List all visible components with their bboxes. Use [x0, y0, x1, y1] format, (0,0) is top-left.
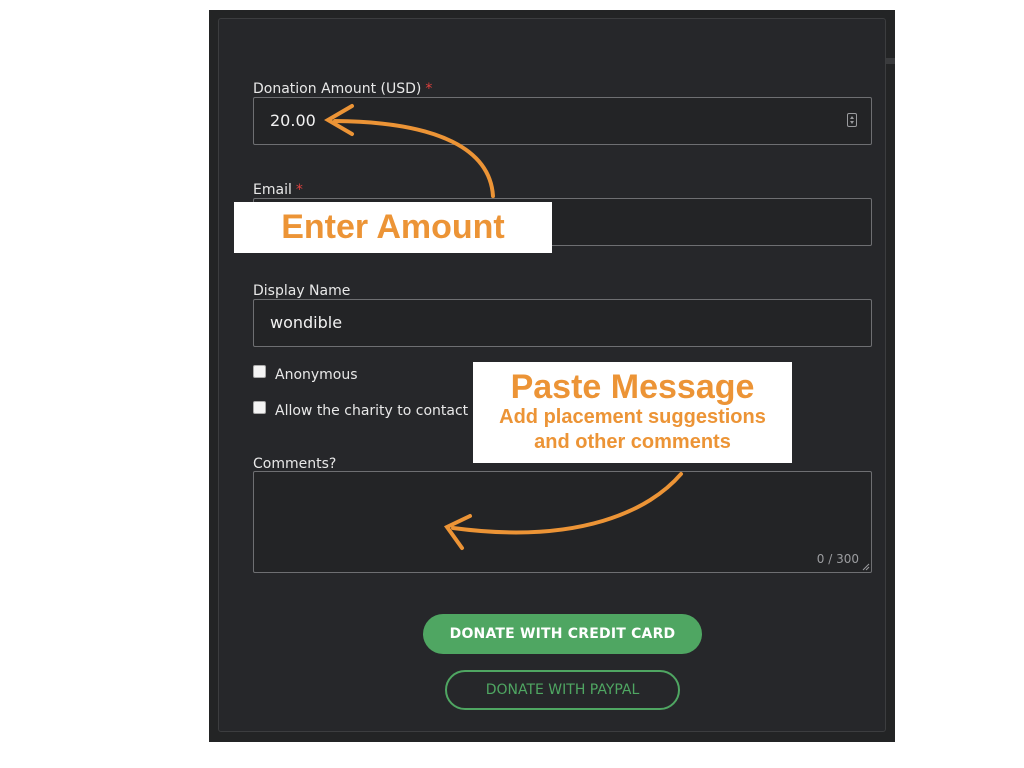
display-name-value: wondible [270, 313, 343, 332]
donate-paypal-button[interactable]: DONATE WITH PAYPAL [445, 670, 680, 710]
anonymous-label: Anonymous [275, 367, 358, 383]
enter-amount-callout: Enter Amount [234, 202, 552, 253]
enter-amount-text: Enter Amount [281, 208, 505, 246]
anonymous-checkbox[interactable] [253, 365, 266, 378]
amount-input[interactable]: 20.00 [253, 97, 872, 145]
character-counter: 0 / 300 [816, 552, 859, 566]
display-name-input[interactable]: wondible [253, 299, 872, 347]
paste-message-callout: Paste Message Add placement suggestions … [473, 362, 792, 463]
paste-message-hint-line1: Add placement suggestions [499, 406, 766, 428]
display-name-label: Display Name [253, 283, 351, 299]
scrollbar[interactable] [886, 58, 895, 64]
amount-label: Donation Amount (USD) * [253, 81, 433, 97]
number-spinner-icon[interactable] [847, 113, 857, 127]
contact-checkbox[interactable] [253, 401, 266, 414]
contact-option: Allow the charity to contact you [253, 401, 498, 419]
email-label: Email * [253, 182, 303, 198]
contact-label: Allow the charity to contact you [275, 403, 499, 419]
amount-value: 20.00 [270, 111, 316, 130]
required-marker: * [425, 81, 433, 97]
anonymous-option: Anonymous [253, 365, 358, 383]
comments-textarea[interactable]: 0 / 300 [253, 471, 872, 573]
paste-message-title: Paste Message [510, 368, 755, 406]
required-marker: * [295, 182, 303, 198]
comments-label: Comments? [253, 456, 337, 472]
donate-credit-card-button[interactable]: DONATE WITH CREDIT CARD [423, 614, 702, 654]
paste-message-hint-line2: and other comments [534, 431, 731, 453]
resize-grip-icon[interactable] [862, 563, 870, 571]
